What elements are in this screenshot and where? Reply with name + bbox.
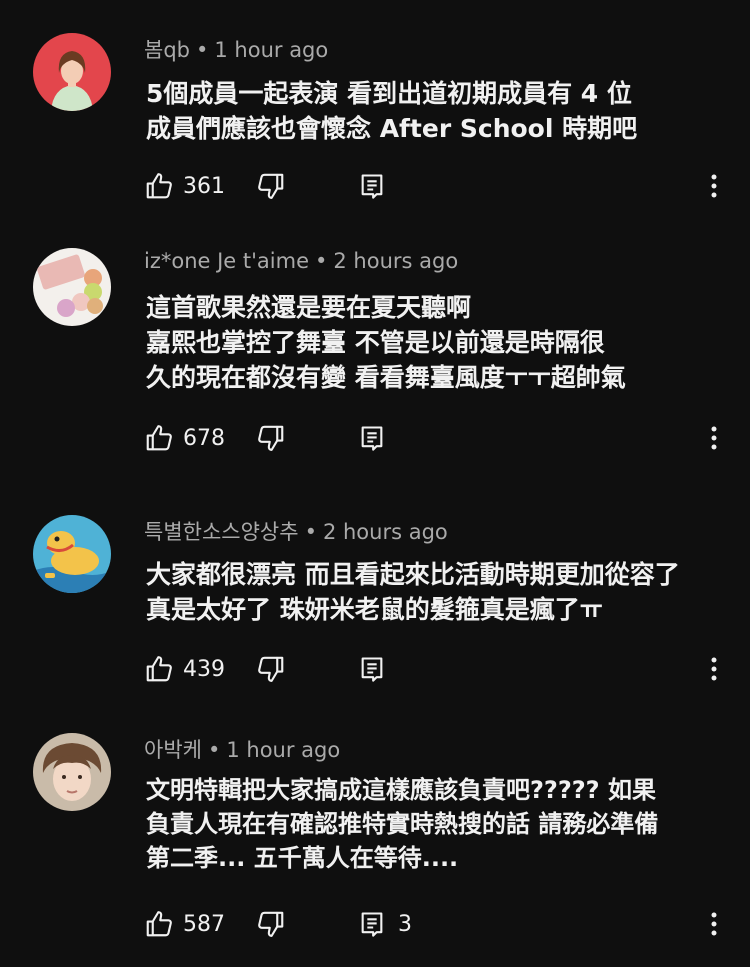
- like-button[interactable]: 361: [144, 169, 225, 203]
- comment-meta: iz*one Je t'aime • 2 hours ago: [144, 249, 458, 273]
- like-button[interactable]: 587: [144, 907, 225, 941]
- comment-line: 這首歌果然還是要在夏天聽啊: [146, 293, 472, 322]
- comment-author[interactable]: 특별한소스양상추: [144, 520, 299, 544]
- avatar[interactable]: [33, 733, 111, 811]
- thumbs-down-icon: [256, 423, 286, 453]
- like-count: 439: [183, 656, 225, 682]
- comment-line: 久的現在都沒有變 看看舞臺風度ㅜㅜ超帥氣: [146, 363, 626, 392]
- comment-line: 負責人現在有確認推特實時熱搜的話 請務必準備: [146, 810, 659, 838]
- comment-text: 5個成員一起表演 看到出道初期成員有 4 位 成員們應該也會懷念 After S…: [146, 76, 726, 146]
- meta-separator: •: [304, 520, 317, 544]
- comment-actions: 361: [144, 169, 734, 203]
- more-vertical-icon: [704, 909, 724, 939]
- thumbs-up-icon: [144, 654, 174, 684]
- comment-line: 嘉熙也掌控了舞臺 不管是以前還是時隔很: [146, 328, 605, 357]
- thumbs-up-icon: [144, 423, 174, 453]
- comment-author[interactable]: 아박케: [144, 738, 202, 762]
- comment-line: 第二季... 五千萬人在等待....: [146, 844, 459, 872]
- dislike-button[interactable]: [256, 907, 286, 941]
- reply-button[interactable]: [358, 421, 398, 455]
- more-options-button[interactable]: [704, 421, 724, 455]
- thumbs-up-icon: [144, 171, 174, 201]
- comment-meta: 아박케 • 1 hour ago: [144, 734, 340, 764]
- comment-time[interactable]: 2 hours ago: [333, 249, 458, 273]
- avatar[interactable]: [33, 33, 111, 111]
- comment-meta: 봄qb • 1 hour ago: [144, 34, 328, 64]
- reply-comment-icon: [358, 655, 386, 683]
- reply-count: 3: [398, 911, 412, 937]
- comment-time[interactable]: 1 hour ago: [226, 738, 340, 762]
- avatar[interactable]: [33, 248, 111, 326]
- comment-line: 文明特輯把大家搞成這樣應該負責吧????? 如果: [146, 776, 656, 804]
- like-count: 361: [183, 173, 225, 199]
- dislike-button[interactable]: [256, 421, 286, 455]
- reply-button[interactable]: 3: [358, 907, 412, 941]
- reply-comment-icon: [358, 910, 386, 938]
- comment-text: 文明特輯把大家搞成這樣應該負責吧????? 如果 負責人現在有確認推特實時熱搜的…: [146, 773, 726, 875]
- comment-line: 成員們應該也會懷念 After School 時期吧: [146, 114, 638, 143]
- comment-meta: 특별한소스양상추 • 2 hours ago: [144, 516, 448, 546]
- comment-author[interactable]: 봄qb: [144, 38, 190, 62]
- comment-actions: 587 3: [144, 907, 734, 941]
- comment-line: 5個成員一起表演 看到出道初期成員有 4 位: [146, 79, 632, 108]
- meta-separator: •: [207, 738, 221, 762]
- thumbs-down-icon: [256, 654, 286, 684]
- more-options-button[interactable]: [704, 907, 724, 941]
- dislike-button[interactable]: [256, 169, 286, 203]
- reply-comment-icon: [358, 424, 386, 452]
- meta-separator: •: [195, 38, 209, 62]
- thumbs-down-icon: [256, 909, 286, 939]
- more-vertical-icon: [704, 171, 724, 201]
- more-options-button[interactable]: [704, 169, 724, 203]
- comment-time[interactable]: 1 hour ago: [214, 38, 328, 62]
- like-count: 587: [183, 911, 225, 937]
- comment-author[interactable]: iz*one Je t'aime: [144, 249, 309, 273]
- comment-line: 大家都很漂亮 而且看起來比活動時期更加從容了: [146, 560, 680, 589]
- meta-separator: •: [315, 249, 328, 273]
- comment-text: 大家都很漂亮 而且看起來比活動時期更加從容了 真是太好了 珠妍米老鼠的髮箍真是瘋…: [146, 557, 726, 627]
- like-count: 678: [183, 425, 225, 451]
- dislike-button[interactable]: [256, 652, 286, 686]
- more-vertical-icon: [704, 423, 724, 453]
- reply-button[interactable]: [358, 652, 398, 686]
- comment-actions: 678: [144, 421, 734, 455]
- comment-text: 這首歌果然還是要在夏天聽啊 嘉熙也掌控了舞臺 不管是以前還是時隔很 久的現在都沒…: [146, 290, 726, 395]
- like-button[interactable]: 678: [144, 421, 225, 455]
- comment-time[interactable]: 2 hours ago: [323, 520, 448, 544]
- like-button[interactable]: 439: [144, 652, 225, 686]
- comment-actions: 439: [144, 652, 734, 686]
- reply-comment-icon: [358, 172, 386, 200]
- thumbs-down-icon: [256, 171, 286, 201]
- comment-line: 真是太好了 珠妍米老鼠的髮箍真是瘋了ㅠ: [146, 595, 603, 624]
- avatar[interactable]: [33, 515, 111, 593]
- more-options-button[interactable]: [704, 652, 724, 686]
- reply-button[interactable]: [358, 169, 398, 203]
- thumbs-up-icon: [144, 909, 174, 939]
- more-vertical-icon: [704, 654, 724, 684]
